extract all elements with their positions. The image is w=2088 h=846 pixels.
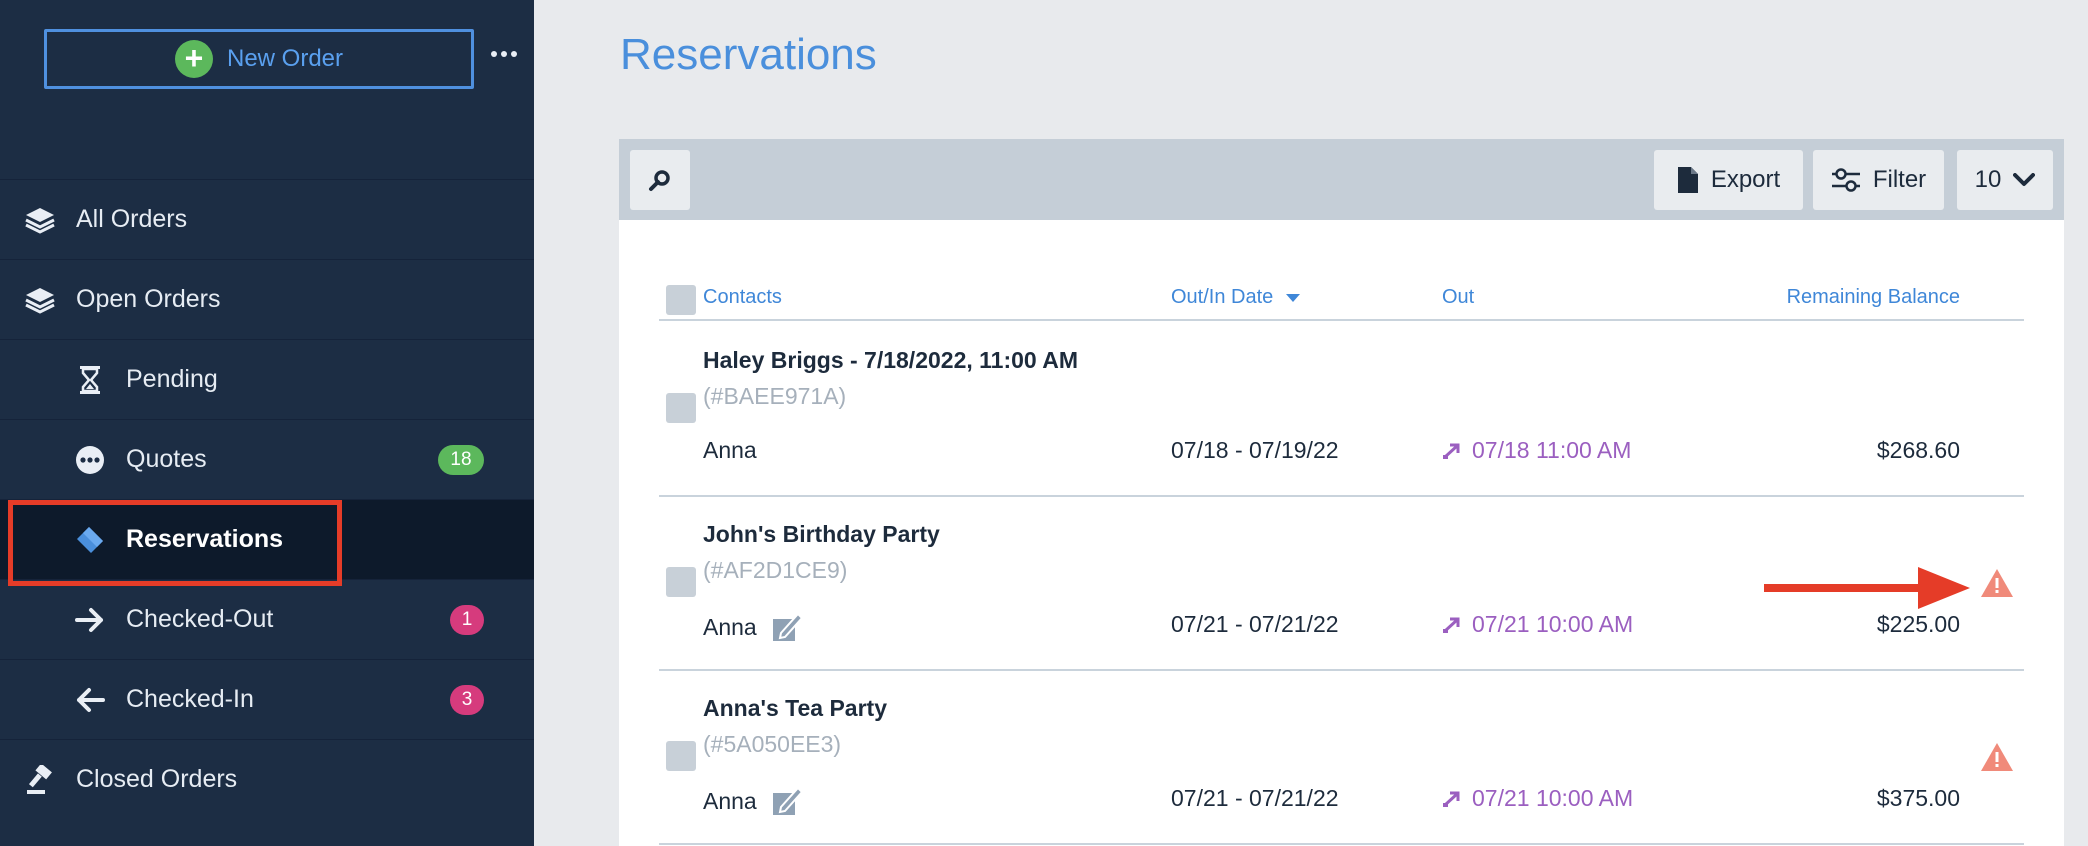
order-title[interactable]: Anna's Tea Party (703, 695, 887, 722)
sidebar-nav: All Orders Open Orders Pending Quotes 18 (0, 179, 534, 819)
quotes-count-badge: 18 (438, 444, 484, 475)
sidebar-item-label: Checked-Out (126, 605, 274, 633)
layers-icon (22, 282, 58, 318)
tag-icon (72, 522, 108, 558)
order-title[interactable]: John's Birthday Party (703, 521, 940, 548)
row-checkbox[interactable] (666, 393, 696, 423)
table-row[interactable]: Anna's Tea Party (#5A050EE3) Anna 07/21 … (659, 671, 2024, 845)
sidebar-item-label: Checked-In (126, 685, 254, 713)
arrow-right-icon (72, 602, 108, 638)
row-checkbox[interactable] (666, 567, 696, 597)
row-checkbox[interactable] (666, 741, 696, 771)
new-order-button[interactable]: + New Order (44, 29, 474, 89)
remaining-balance: $375.00 (1876, 785, 1960, 811)
contact-name: Anna (703, 437, 757, 464)
column-out[interactable]: Out (1442, 286, 1474, 309)
sidebar-item-label: Open Orders (76, 285, 221, 313)
contact-name-text: Anna (703, 787, 757, 814)
sidebar-item-label: Quotes (126, 445, 207, 473)
out-in-dates: 07/18 - 07/19/22 (1171, 437, 1339, 463)
remaining-balance: $225.00 (1876, 611, 1960, 637)
out-time: 07/21 10:00 AM (1442, 611, 1633, 638)
export-button[interactable]: Export (1654, 150, 1803, 210)
table-row[interactable]: John's Birthday Party (#AF2D1CE9) Anna 0… (659, 497, 2024, 671)
checked-in-count-badge: 3 (450, 684, 484, 715)
out-time-text: 07/21 10:00 AM (1472, 785, 1634, 811)
signature-icon (772, 786, 803, 815)
checked-out-count-badge: 1 (450, 604, 484, 635)
sidebar-item-open-orders[interactable]: Open Orders (0, 259, 534, 339)
search-icon (649, 170, 670, 191)
remaining-balance: $268.60 (1876, 437, 1960, 463)
new-order-label: New Order (226, 45, 344, 72)
sidebar-item-label: Pending (126, 365, 218, 393)
warning-icon[interactable] (1980, 741, 2014, 773)
export-label: Export (1710, 166, 1781, 193)
order-code: (#AF2D1CE9) (703, 557, 848, 583)
warning-icon[interactable] (1980, 567, 2014, 599)
sidebar-item-all-orders[interactable]: All Orders (0, 179, 534, 259)
out-in-dates: 07/21 - 07/21/22 (1171, 785, 1339, 811)
sliders-icon (1831, 168, 1860, 192)
sidebar-item-pending[interactable]: Pending (0, 339, 534, 419)
order-code: (#5A050EE3) (703, 731, 842, 757)
sidebar-item-quotes[interactable]: Quotes 18 (0, 419, 534, 499)
table-row[interactable]: Haley Briggs - 7/18/2022, 11:00 AM (#BAE… (659, 323, 2024, 497)
checkout-arrow-icon (1443, 443, 1460, 459)
layers-icon (22, 202, 58, 238)
sidebar: + New Order All Orders Open Orders Pendi… (0, 0, 534, 846)
sidebar-item-label: Closed Orders (76, 765, 238, 793)
ellipsis-circle-icon (72, 442, 108, 478)
sidebar-item-checked-in[interactable]: Checked-In 3 (0, 659, 534, 739)
signature-icon (772, 612, 803, 641)
reservations-table: Contacts Out/In Date Out Remaining Balan… (619, 220, 2064, 846)
contact-name-text: Anna (703, 437, 757, 463)
out-time: 07/21 10:00 AM (1442, 785, 1633, 812)
column-remaining-balance[interactable]: Remaining Balance (1787, 286, 1960, 309)
sidebar-item-checked-out[interactable]: Checked-Out 1 (0, 579, 534, 659)
order-code: (#BAEE971A) (703, 383, 847, 409)
sidebar-item-label: Reservations (126, 525, 284, 553)
chevron-down-icon (2013, 173, 2036, 186)
sidebar-item-closed-orders[interactable]: Closed Orders (0, 739, 534, 819)
contact-name: Anna (703, 611, 803, 643)
column-out-in-date[interactable]: Out/In Date (1171, 286, 1301, 309)
order-title[interactable]: Haley Briggs - 7/18/2022, 11:00 AM (703, 347, 1078, 374)
out-time-text: 07/18 11:00 AM (1472, 437, 1632, 463)
more-options-icon[interactable] (490, 40, 518, 68)
column-contacts[interactable]: Contacts (703, 286, 782, 309)
gavel-icon (22, 762, 58, 798)
page-title: Reservations (620, 30, 877, 79)
plus-circle-icon: + (174, 40, 213, 78)
sidebar-item-label: All Orders (76, 205, 188, 233)
column-out-in-date-label: Out/In Date (1171, 286, 1274, 308)
search-button[interactable] (630, 150, 690, 210)
page-size-value: 10 (1974, 166, 2002, 193)
select-all-checkbox[interactable] (666, 285, 696, 315)
sidebar-item-reservations[interactable]: Reservations (0, 499, 534, 579)
table-toolbar: Export Filter 10 (619, 139, 2064, 220)
contact-name-text: Anna (703, 613, 757, 640)
file-icon (1677, 167, 1698, 193)
filter-button[interactable]: Filter (1813, 150, 1944, 210)
contact-name: Anna (703, 785, 803, 817)
arrow-left-icon (72, 682, 108, 718)
filter-label: Filter (1872, 166, 1927, 193)
out-time-text: 07/21 10:00 AM (1472, 611, 1634, 637)
hourglass-icon (72, 362, 108, 398)
page-size-select[interactable]: 10 (1957, 150, 2053, 210)
checkout-arrow-icon (1443, 617, 1460, 633)
checkout-arrow-icon (1443, 791, 1460, 807)
table-header: Contacts Out/In Date Out Remaining Balan… (659, 266, 2024, 321)
out-in-dates: 07/21 - 07/21/22 (1171, 611, 1339, 637)
out-time: 07/18 11:00 AM (1442, 437, 1631, 464)
sort-desc-icon (1285, 294, 1300, 302)
